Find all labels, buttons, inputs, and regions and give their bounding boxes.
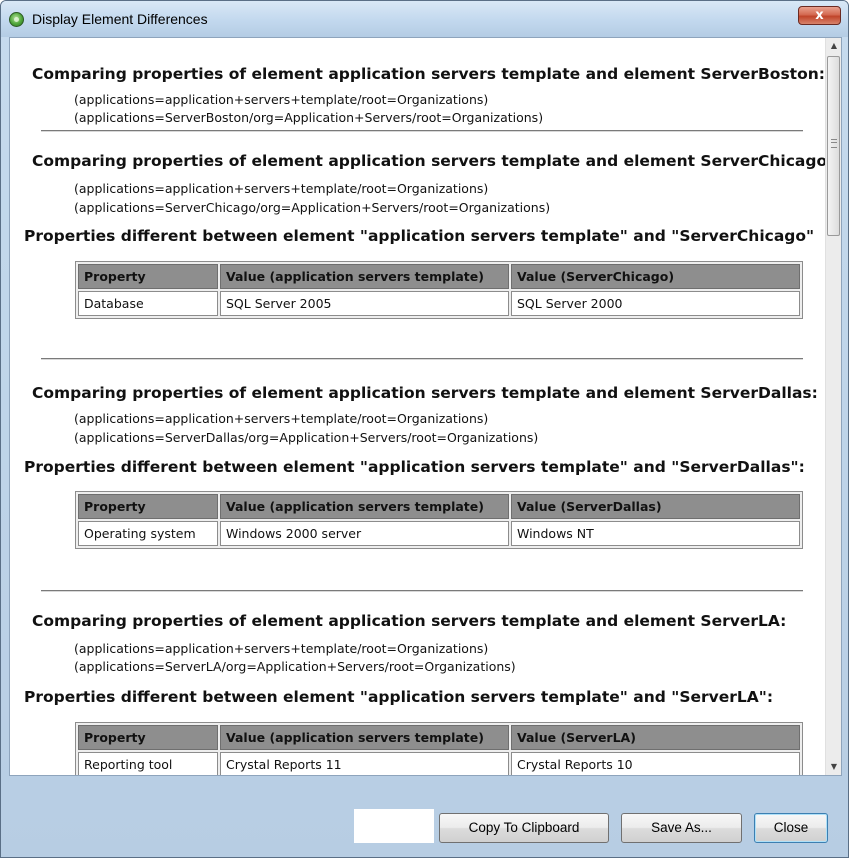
copy-to-clipboard-button[interactable]: Copy To Clipboard — [439, 813, 609, 843]
differences-view: Comparing properties of element applicat… — [9, 37, 842, 776]
col-header-template-value: Value (application servers template) — [220, 725, 509, 750]
section-divider — [41, 590, 803, 592]
cell-template-value: SQL Server 2005 — [220, 291, 509, 316]
table-header-row: Property Value (application servers temp… — [78, 725, 800, 750]
table-header-row: Property Value (application servers temp… — [78, 494, 800, 519]
section-heading-serverla: Comparing properties of element applicat… — [32, 612, 787, 630]
cell-template-value: Crystal Reports 11 — [220, 752, 509, 775]
app-globe-icon — [9, 12, 24, 27]
col-header-template-value: Value (application servers template) — [220, 264, 509, 289]
col-header-element-value: Value (ServerLA) — [511, 725, 800, 750]
col-header-property: Property — [78, 725, 218, 750]
path-template: (applications=application+servers+templa… — [74, 181, 489, 196]
dialog-window: Display Element Differences x Comparing … — [0, 0, 849, 858]
table-row: Reporting tool Crystal Reports 11 Crysta… — [78, 752, 800, 775]
cell-element-value: Crystal Reports 10 — [511, 752, 800, 775]
scrollbar-thumb[interactable] — [827, 56, 840, 236]
path-element: (applications=ServerLA/org=Application+S… — [74, 659, 516, 674]
diff-heading-serverla: Properties different between element "ap… — [24, 688, 774, 706]
cell-element-value: Windows NT — [511, 521, 800, 546]
section-divider — [41, 130, 803, 132]
grip-icon — [831, 139, 837, 148]
path-element: (applications=ServerBoston/org=Applicati… — [74, 110, 544, 125]
diff-table-serverchicago: Property Value (application servers temp… — [75, 261, 803, 319]
cell-property: Database — [78, 291, 218, 316]
cell-property: Operating system — [78, 521, 218, 546]
close-button[interactable]: Close — [754, 813, 828, 843]
col-header-property: Property — [78, 264, 218, 289]
section-divider — [41, 358, 803, 360]
cell-template-value: Windows 2000 server — [220, 521, 509, 546]
chevron-down-icon[interactable]: ▼ — [826, 759, 842, 775]
title-bar[interactable]: Display Element Differences x — [1, 1, 848, 37]
window-title: Display Element Differences — [32, 11, 208, 27]
chevron-up-icon[interactable]: ▲ — [826, 38, 842, 54]
differences-content: Comparing properties of element applicat… — [10, 38, 825, 775]
table-header-row: Property Value (application servers temp… — [78, 264, 800, 289]
save-as-button[interactable]: Save As... — [621, 813, 742, 843]
vertical-scrollbar[interactable]: ▲ ▼ — [825, 38, 841, 775]
table-row: Database SQL Server 2005 SQL Server 2000 — [78, 291, 800, 316]
path-template: (applications=application+servers+templa… — [74, 641, 489, 656]
col-header-element-value: Value (ServerChicago) — [511, 264, 800, 289]
col-header-element-value: Value (ServerDallas) — [511, 494, 800, 519]
col-header-template-value: Value (application servers template) — [220, 494, 509, 519]
col-header-property: Property — [78, 494, 218, 519]
cell-property: Reporting tool — [78, 752, 218, 775]
table-row: Operating system Windows 2000 server Win… — [78, 521, 800, 546]
footer-blank-area — [354, 809, 434, 843]
section-heading-serverchicago: Comparing properties of element applicat… — [32, 152, 825, 170]
diff-heading-serverchicago: Properties different between element "ap… — [24, 227, 815, 245]
window-close-button[interactable]: x — [798, 6, 841, 25]
cell-element-value: SQL Server 2000 — [511, 291, 800, 316]
diff-heading-serverdallas: Properties different between element "ap… — [24, 458, 805, 476]
path-template: (applications=application+servers+templa… — [74, 411, 489, 426]
path-element: (applications=ServerChicago/org=Applicat… — [74, 200, 551, 215]
path-element: (applications=ServerDallas/org=Applicati… — [74, 430, 539, 445]
path-template: (applications=application+servers+templa… — [74, 92, 489, 107]
section-heading-serverdallas: Comparing properties of element applicat… — [32, 384, 818, 402]
diff-table-serverdallas: Property Value (application servers temp… — [75, 491, 803, 549]
diff-table-serverla: Property Value (application servers temp… — [75, 722, 803, 775]
section-heading-serverboston: Comparing properties of element applicat… — [32, 65, 825, 83]
